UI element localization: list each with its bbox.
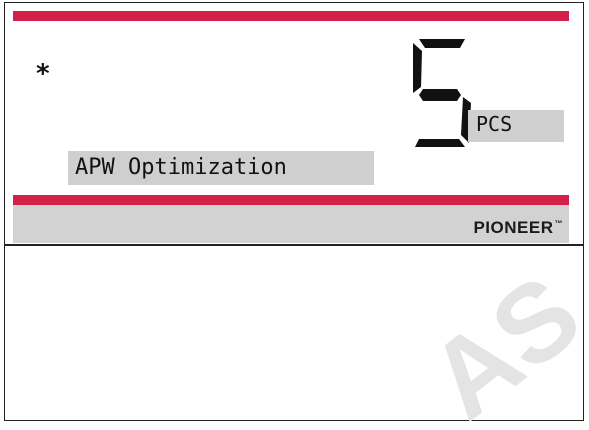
trademark-symbol: ™: [554, 219, 563, 228]
lcd-display-panel: * PCS APW Optimization PIONEER™: [13, 11, 569, 243]
message-box: APW Optimization: [68, 151, 374, 185]
unit-box: PCS: [468, 110, 564, 142]
bottom-accent-bar: [13, 195, 569, 205]
unit-label: PCS: [476, 112, 513, 136]
brand-name: PIONEER: [473, 218, 554, 237]
stability-indicator: *: [35, 59, 51, 89]
main-value-digit: [413, 39, 471, 147]
brand-logo: PIONEER™: [473, 218, 563, 238]
top-accent-bar: [13, 11, 569, 21]
message-label: APW Optimization: [75, 155, 287, 180]
screenshot-frame: * PCS APW Optimization PIONEER™: [4, 2, 584, 421]
section-divider: [5, 244, 583, 246]
